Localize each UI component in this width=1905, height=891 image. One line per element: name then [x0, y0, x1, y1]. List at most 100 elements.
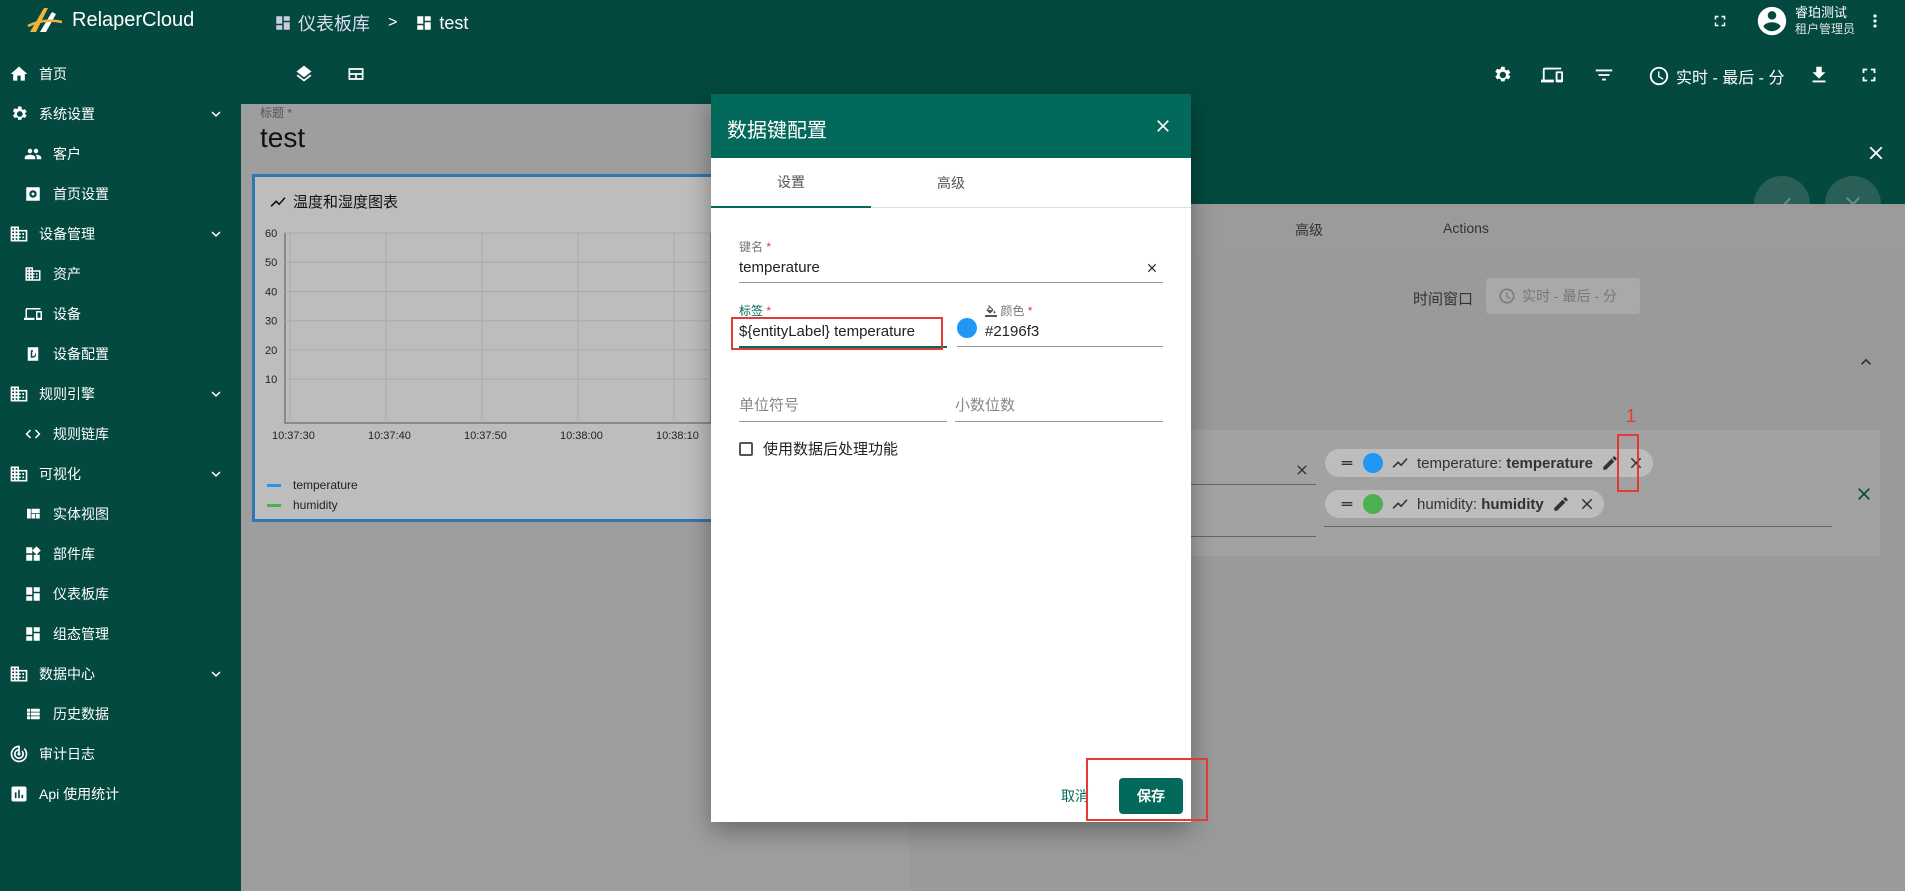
close-icon[interactable]	[1294, 462, 1310, 478]
devices-icon	[22, 305, 44, 323]
data-key-chip[interactable]: temperature: temperature	[1325, 449, 1653, 477]
sidebar-item[interactable]: Api 使用统计	[0, 776, 241, 812]
legend-item[interactable]: temperature	[267, 475, 358, 495]
postprocess-checkbox[interactable]	[739, 441, 753, 456]
chart-widget[interactable]: 温度和湿度图表 60 50 40 30 20 10 10:37:30 10:37:40 10:3…	[252, 174, 722, 522]
sidebar-item[interactable]: 首页	[0, 56, 241, 92]
close-icon[interactable]	[1854, 484, 1874, 504]
annotation-box-label	[731, 317, 943, 350]
close-icon[interactable]	[1578, 495, 1596, 513]
domain-icon	[22, 265, 44, 283]
field-label: 颜色 *	[985, 302, 1163, 319]
sidebar-item[interactable]: 资产	[0, 256, 241, 292]
filter-list-icon[interactable]	[1593, 64, 1615, 86]
key-name-input[interactable]: temperature	[739, 259, 1163, 283]
breadcrumb-separator: >	[388, 14, 398, 31]
chart-legend: temperature humidity	[267, 475, 358, 515]
sidebar-item-label: 客户	[53, 146, 81, 162]
x-tick-label: 10:37:40	[368, 430, 411, 442]
annotation-box-edit	[1617, 434, 1639, 492]
dashboard-icon	[22, 625, 44, 643]
fullscreen-icon[interactable]	[1858, 64, 1880, 86]
edit-icon[interactable]	[1552, 495, 1570, 513]
chevron-down-icon[interactable]	[205, 385, 227, 403]
sidebar-item-label: 资产	[53, 266, 81, 282]
sidebar-item-label: 规则引擎	[39, 386, 95, 402]
dialog-header: 数据键配置	[711, 94, 1191, 158]
view-agenda-icon[interactable]	[346, 64, 366, 84]
user-menu[interactable]: 睿珀测试 租户管理员	[1755, 4, 1855, 38]
app-logo[interactable]: RelaperCloud	[26, 4, 194, 36]
more-vert-icon[interactable]	[1865, 11, 1885, 31]
people-icon	[22, 145, 44, 163]
legend-swatch	[267, 483, 281, 487]
x-tick-label: 10:38:00	[560, 430, 603, 442]
chevron-down-icon[interactable]	[205, 465, 227, 483]
code-icon	[22, 425, 44, 443]
y-tick-label: 40	[265, 286, 277, 298]
sidebar-item[interactable]: 可视化	[0, 456, 241, 492]
sidebar-item-label: 规则链库	[53, 426, 109, 442]
account-circle-icon	[1755, 4, 1789, 38]
y-tick-label: 50	[265, 257, 277, 269]
chevron-down-icon[interactable]	[205, 105, 227, 123]
app-name: RelaperCloud	[72, 8, 195, 31]
drag-handle-icon[interactable]	[1339, 496, 1355, 512]
sidebar-item[interactable]: 规则链库	[0, 416, 241, 452]
decimals-input[interactable]: 小数位数	[955, 394, 1163, 422]
close-icon[interactable]	[1153, 116, 1173, 136]
home-icon	[8, 64, 30, 84]
breadcrumb-dashboards[interactable]: 仪表板库	[274, 10, 370, 36]
sidebar-item-label: 部件库	[53, 546, 95, 562]
tab-settings[interactable]: 设置	[711, 158, 871, 208]
layers-icon[interactable]	[294, 64, 314, 84]
sidebar-item[interactable]: 客户	[0, 136, 241, 172]
data-key-chip[interactable]: humidity: humidity	[1325, 490, 1604, 518]
sidebar-item[interactable]: 仪表板库	[0, 576, 241, 612]
sidebar-item-label: 首页设置	[53, 186, 109, 202]
legend-item[interactable]: humidity	[267, 495, 358, 515]
color-field: 颜色 * #2196f3	[957, 302, 1163, 347]
sidebar-item[interactable]: 设备	[0, 296, 241, 332]
units-input[interactable]: 单位符号	[739, 394, 947, 422]
time-window-label: 实时 - 最后 - 分	[1676, 70, 1785, 87]
chevron-down-icon[interactable]	[205, 225, 227, 243]
sidebar-item[interactable]: 组态管理	[0, 616, 241, 652]
tab-advanced[interactable]: 高级	[1295, 220, 1323, 240]
sidebar-item[interactable]: 历史数据	[0, 696, 241, 732]
sidebar-item[interactable]: 规则引擎	[0, 376, 241, 412]
settings-icon[interactable]	[1491, 64, 1513, 86]
close-icon[interactable]	[1865, 142, 1887, 164]
data-key-text: temperature: temperature	[1417, 454, 1593, 472]
sidebar-item[interactable]: 实体视图	[0, 496, 241, 532]
devices-icon[interactable]	[1541, 64, 1563, 86]
time-window-field-label: 时间窗口	[1413, 291, 1474, 308]
time-window-button[interactable]: 实时 - 最后 - 分	[1648, 64, 1784, 88]
color-input[interactable]: #2196f3	[957, 323, 1163, 347]
sidebar-item[interactable]: 系统设置	[0, 96, 241, 132]
sidebar-item[interactable]: 部件库	[0, 536, 241, 572]
dashboard-title: test	[260, 122, 306, 153]
tab-advanced[interactable]: 高级	[871, 158, 1031, 208]
tab-actions[interactable]: Actions	[1443, 220, 1489, 236]
cancel-button[interactable]: 取消	[1061, 786, 1089, 806]
sidebar-item[interactable]: 审计日志	[0, 736, 241, 772]
expand-less-icon[interactable]	[1856, 352, 1876, 372]
domain-icon	[8, 464, 30, 484]
postprocess-checkbox-row[interactable]: 使用数据后处理功能	[739, 438, 898, 459]
chevron-down-icon[interactable]	[205, 665, 227, 683]
sidebar-item[interactable]: 数据中心	[0, 656, 241, 692]
sidebar-item[interactable]: 设备管理	[0, 216, 241, 252]
sidebar-item[interactable]: 设备配置	[0, 336, 241, 372]
drag-handle-icon[interactable]	[1339, 455, 1355, 471]
fullscreen-icon[interactable]	[1711, 12, 1729, 30]
download-icon[interactable]	[1808, 64, 1830, 86]
sidebar-item[interactable]: 首页设置	[0, 176, 241, 212]
sidebar-item-label: 审计日志	[39, 746, 95, 762]
dialog-tabs: 设置 高级	[711, 158, 1191, 208]
clear-icon[interactable]	[1145, 261, 1159, 275]
sidebar-item-label: 历史数据	[53, 706, 109, 722]
time-window-field[interactable]: 实时 - 最后 - 分	[1486, 278, 1640, 314]
timeline-icon	[269, 193, 287, 211]
sidebar-item-label: 实体视图	[53, 506, 109, 522]
